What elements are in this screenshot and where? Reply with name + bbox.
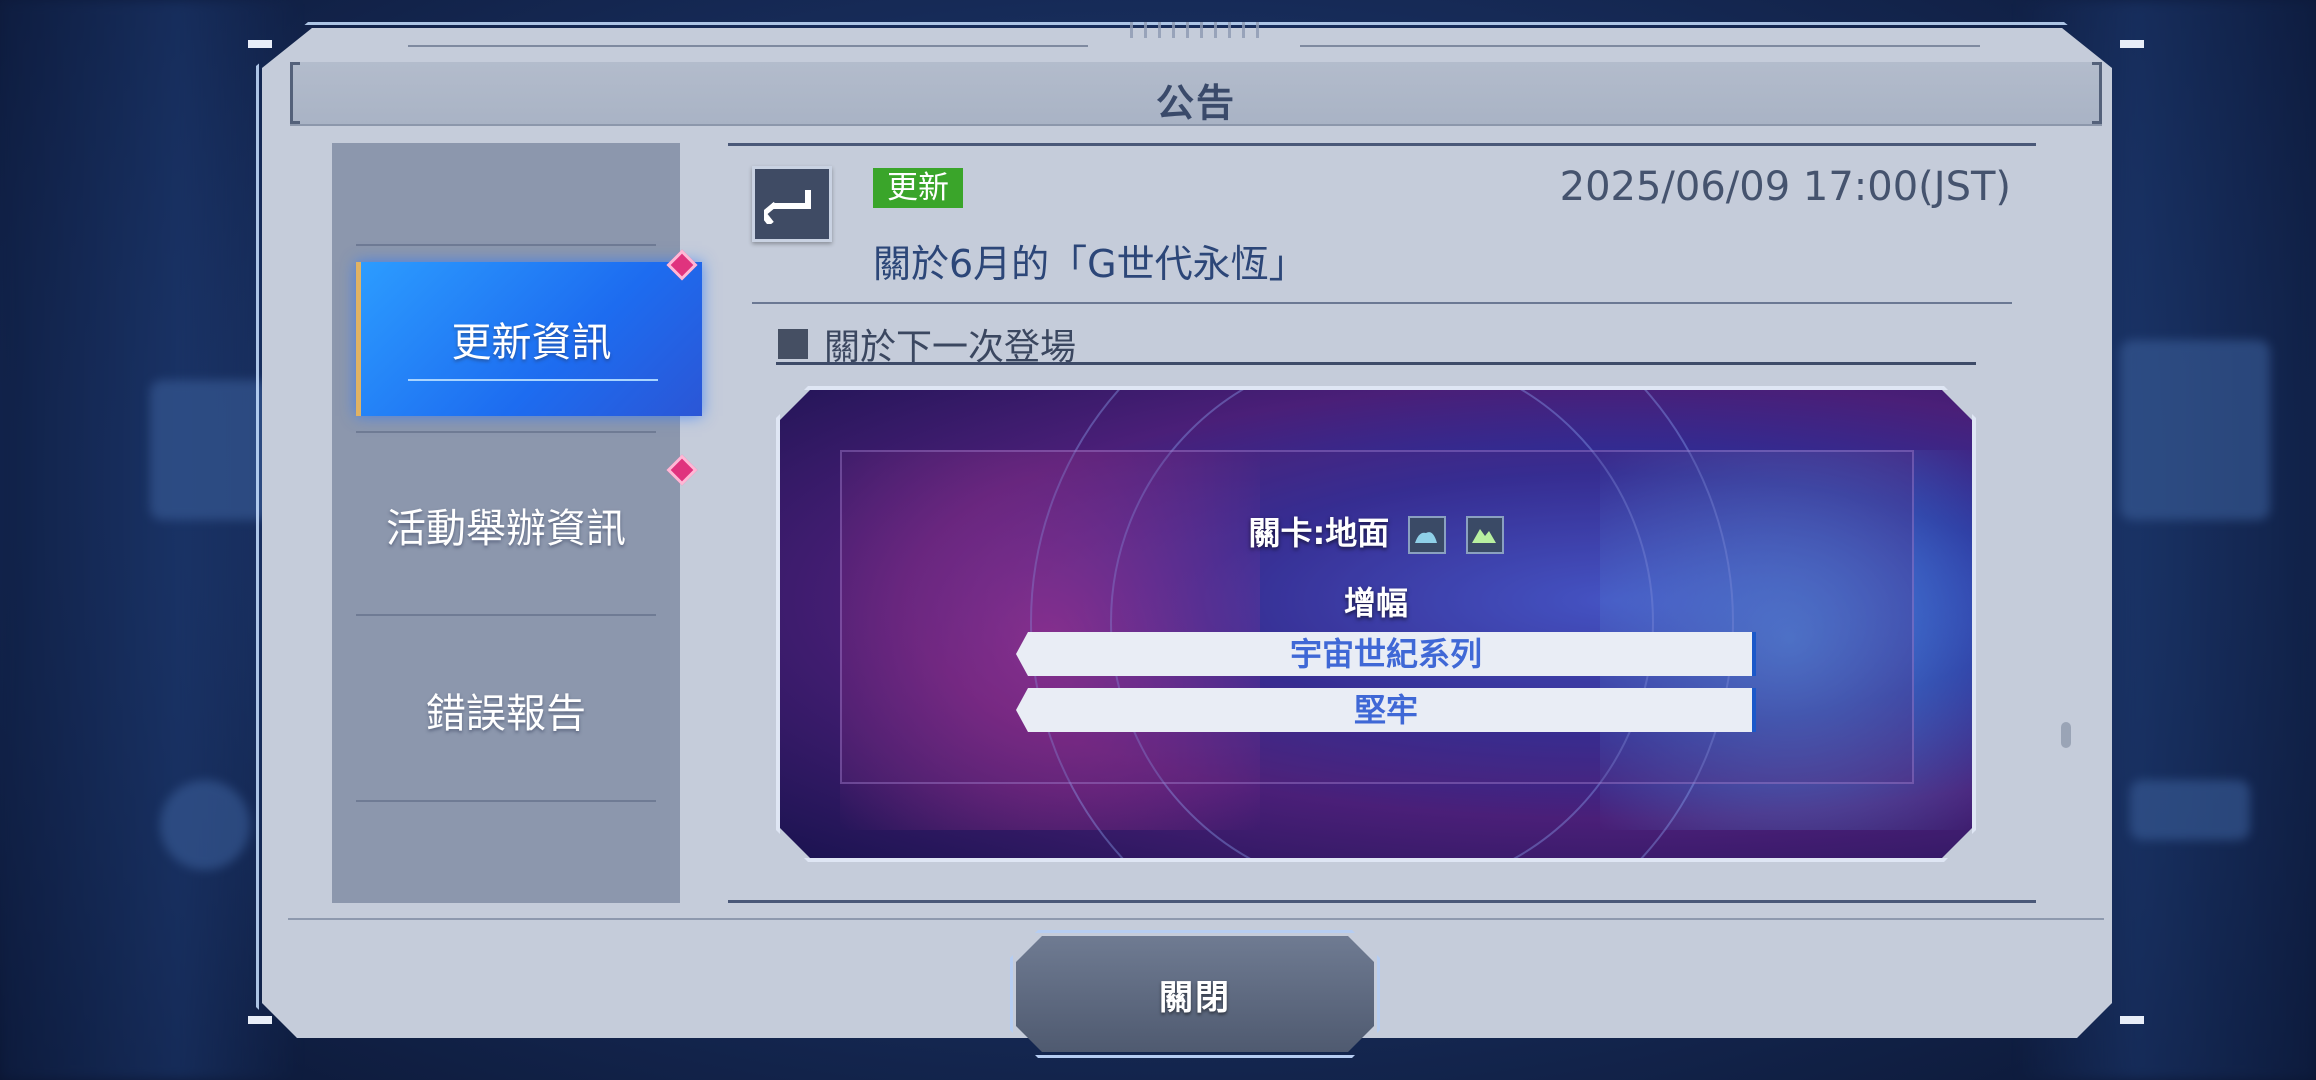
scrollbar-thumb[interactable] — [2061, 722, 2071, 748]
sidebar-divider — [356, 614, 656, 616]
close-button[interactable]: 關閉 — [1016, 936, 1374, 1052]
background-shape — [2130, 780, 2250, 840]
stage-label-text: 關卡:地面 — [1248, 514, 1390, 552]
corner-ornament — [248, 1016, 272, 1024]
content-top-rule — [728, 143, 2036, 146]
top-decor-line — [408, 45, 1088, 47]
section-underline — [776, 362, 1976, 365]
sidebar-item-update-info[interactable]: 更新資訊 — [356, 262, 702, 416]
update-tag-badge: 更新 — [873, 168, 963, 208]
top-decor-ticks — [1130, 22, 1260, 38]
sidebar-divider — [356, 431, 656, 433]
close-button-label: 關閉 — [1159, 977, 1231, 1018]
sidebar-item-bug-report[interactable]: 錯誤報告 — [356, 635, 656, 785]
notice-date: 2025/06/09 17:00(JST) — [1559, 164, 2011, 210]
corner-ornament — [248, 40, 272, 48]
dialog-title: 公告 — [1155, 81, 1236, 125]
stage-banner: 關卡:地面 增幅 宇宙世紀系列 堅牢 — [780, 390, 1972, 858]
notice-title: 關於6月的「G世代永恆」 — [873, 242, 1307, 286]
section-square-icon — [778, 329, 808, 359]
corner-ornament — [2120, 1016, 2144, 1024]
top-decor-line — [1300, 45, 1980, 47]
dialog-titlebar: 公告 — [290, 62, 2102, 126]
mountain-terrain-icon — [1465, 516, 1504, 554]
boost-label: 增幅 — [1343, 584, 1408, 622]
background-shape — [150, 380, 270, 520]
background-shape — [160, 780, 250, 870]
footer-divider — [288, 918, 2104, 920]
sidebar-item-event-info[interactable]: 活動舉辦資訊 — [356, 450, 656, 600]
content-bottom-rule — [728, 900, 2036, 903]
boost-item: 堅牢 — [1016, 688, 1756, 732]
sidebar-divider — [356, 800, 656, 802]
stage-label: 關卡:地面 — [780, 508, 1972, 554]
sidebar-divider — [356, 244, 656, 246]
sidebar-item-label: 活動舉辦資訊 — [386, 506, 626, 552]
background-shape — [2120, 340, 2270, 520]
back-arrow-icon[interactable] — [752, 166, 832, 242]
title-divider — [752, 302, 2012, 304]
corner-ornament — [2120, 40, 2144, 48]
background-left-blur — [0, 0, 300, 1080]
sidebar-item-label: 錯誤報告 — [426, 691, 586, 737]
sidebar-item-label: 更新資訊 — [451, 320, 612, 366]
active-tab-underline — [408, 379, 658, 381]
boost-item: 宇宙世紀系列 — [1016, 632, 1756, 676]
ground-terrain-icon — [1408, 516, 1447, 554]
